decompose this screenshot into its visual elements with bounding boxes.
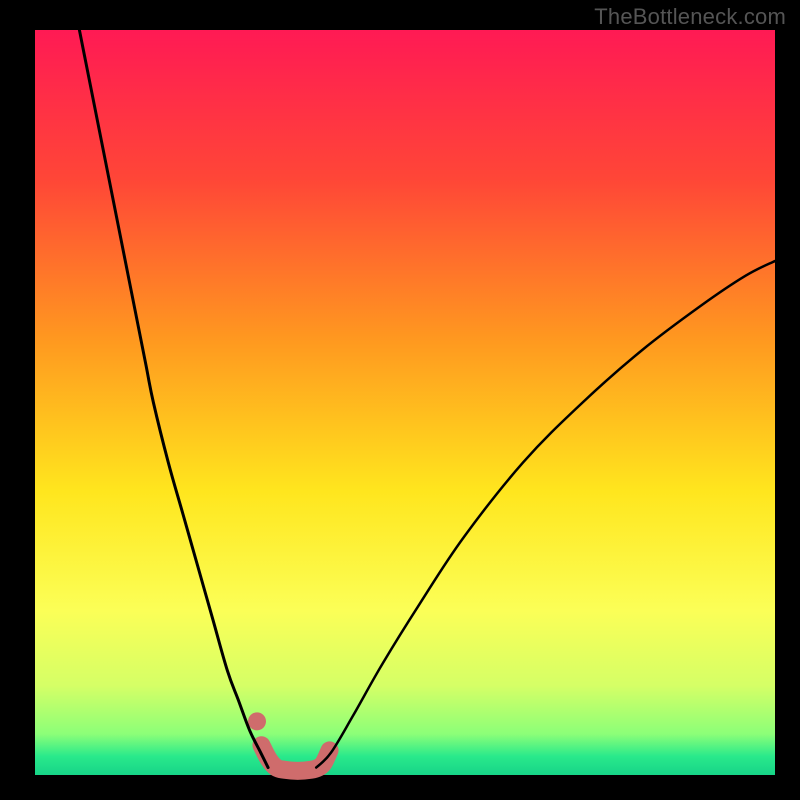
- marker-accent-dot: [248, 712, 266, 730]
- chart-background: [35, 30, 775, 775]
- watermark-text: TheBottleneck.com: [594, 4, 786, 30]
- chart-stage: TheBottleneck.com: [0, 0, 800, 800]
- chart-svg: [0, 0, 800, 800]
